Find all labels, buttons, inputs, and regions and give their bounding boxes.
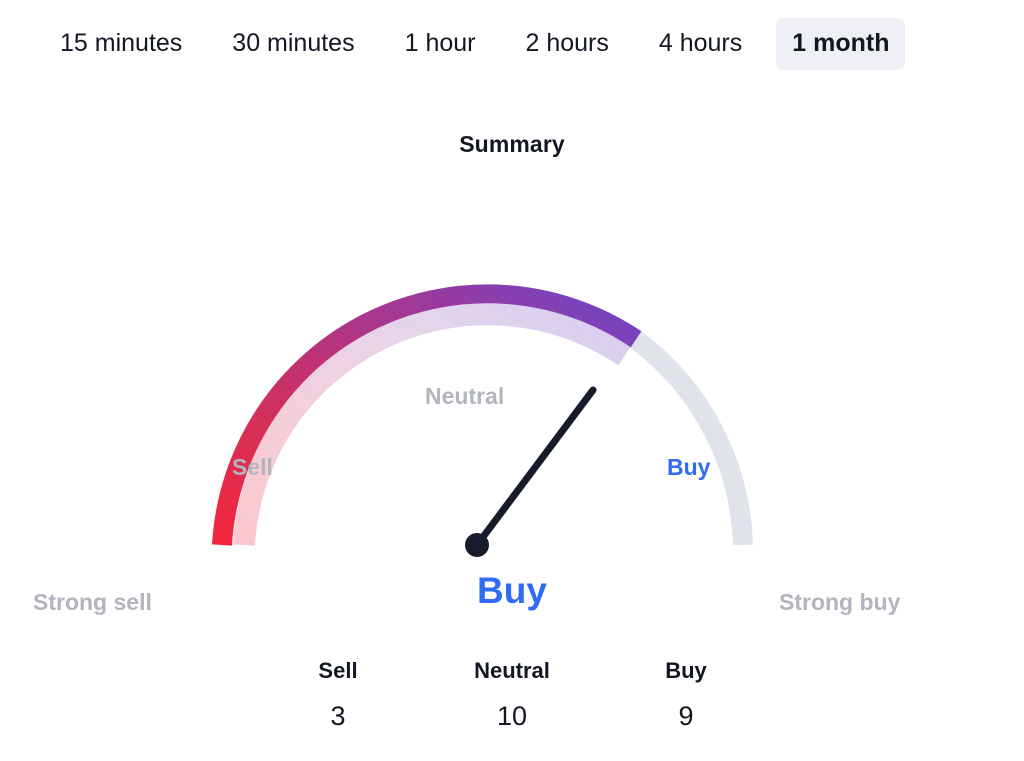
- count-value-neutral: 10: [496, 701, 528, 731]
- count-column-buy: Buy 9: [626, 660, 746, 730]
- gauge-needle: [473, 386, 597, 549]
- tab-15-minutes[interactable]: 15 minutes: [44, 18, 198, 70]
- count-label-neutral: Neutral: [474, 658, 550, 683]
- count-value-sell: 3: [330, 701, 346, 731]
- summary-verdict: Buy: [477, 570, 547, 611]
- gauge-track-empty-outer: [629, 331, 753, 546]
- page-title: Summary: [459, 131, 565, 157]
- gauge-label-neutral: Neutral: [425, 383, 505, 409]
- gauge-label-sell: Sell: [232, 454, 273, 480]
- timeframe-tabbar: 15 minutes 30 minutes 1 hour 2 hours 4 h…: [0, 0, 1024, 88]
- tab-30-minutes[interactable]: 30 minutes: [216, 18, 370, 70]
- tab-1-hour[interactable]: 1 hour: [389, 18, 492, 70]
- count-value-buy: 9: [678, 701, 694, 731]
- count-label-sell: Sell: [318, 658, 358, 683]
- gauge-needle-pivot: [465, 533, 489, 557]
- tab-1-month[interactable]: 1 month: [776, 18, 906, 70]
- gauge-svg: [212, 284, 753, 557]
- tab-4-hours[interactable]: 4 hours: [643, 18, 758, 70]
- count-column-neutral: Neutral 10: [452, 660, 572, 730]
- summary-gauge: Strong sell Sell Neutral Buy Strong buy: [0, 170, 1024, 614]
- rating-counts: Sell 3 Neutral 10 Buy 9: [0, 660, 1024, 730]
- tab-2-hours[interactable]: 2 hours: [509, 18, 624, 70]
- count-column-sell: Sell 3: [278, 660, 398, 730]
- count-label-buy: Buy: [665, 658, 707, 683]
- gauge-label-buy: Buy: [667, 454, 711, 480]
